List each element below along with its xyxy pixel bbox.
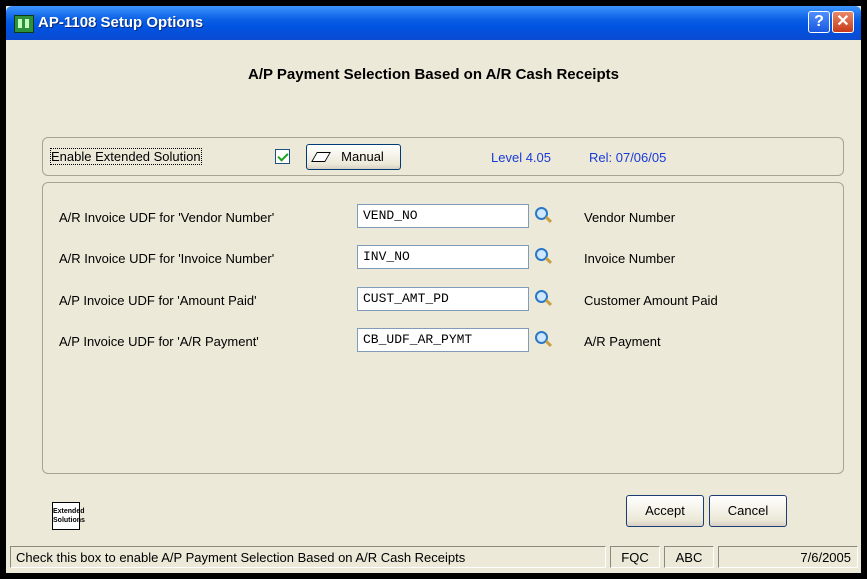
status-bar: Check this box to enable A/P Payment Sel… xyxy=(6,542,861,573)
enable-extended-checkbox[interactable] xyxy=(275,149,290,164)
window-title: AP-1108 Setup Options xyxy=(38,14,204,31)
row-label-ar-payment: A/P Invoice UDF for 'A/R Payment' xyxy=(59,334,259,349)
invoice-number-lookup-button[interactable] xyxy=(535,248,553,265)
accept-button[interactable]: Accept xyxy=(626,495,704,527)
vendor-number-description: Vendor Number xyxy=(584,210,676,225)
help-button[interactable]: ? xyxy=(808,11,830,33)
options-group: Enable Extended Solution Manual Level 4.… xyxy=(42,137,844,176)
row-label-invoice-number: A/R Invoice UDF for 'Invoice Number' xyxy=(59,251,275,266)
row-label-amount-paid: A/P Invoice UDF for 'Amount Paid' xyxy=(59,293,257,308)
invoice-number-field[interactable]: INV_NO xyxy=(357,245,529,269)
amount-paid-field[interactable]: CUST_AMT_PD xyxy=(357,287,529,311)
udf-fields-group: A/R Invoice UDF for 'Vendor Number' VEND… xyxy=(42,182,844,474)
row-label-vendor-number: A/R Invoice UDF for 'Vendor Number' xyxy=(59,210,275,225)
ar-payment-description: A/R Payment xyxy=(584,334,661,349)
title-bar: AP-1108 Setup Options ? ✕ xyxy=(6,6,861,40)
vendor-number-lookup-button[interactable] xyxy=(535,207,553,224)
amount-paid-lookup-button[interactable] xyxy=(535,290,553,307)
level-text: Level 4.05 xyxy=(491,150,551,165)
ar-payment-lookup-button[interactable] xyxy=(535,331,553,348)
manual-button[interactable]: Manual xyxy=(306,144,401,170)
setup-options-window: AP-1108 Setup Options ? ✕ A/P Payment Se… xyxy=(6,6,861,573)
status-company: FQC xyxy=(610,546,660,568)
status-date: 7/6/2005 xyxy=(718,546,858,568)
app-icon xyxy=(14,15,34,33)
book-icon xyxy=(311,152,331,162)
status-message: Check this box to enable A/P Payment Sel… xyxy=(10,546,606,568)
vendor-number-field[interactable]: VEND_NO xyxy=(357,204,529,228)
close-button[interactable]: ✕ xyxy=(832,11,854,33)
dialog-heading: A/P Payment Selection Based on A/R Cash … xyxy=(248,66,619,83)
manual-button-label: Manual xyxy=(341,149,384,164)
cancel-button[interactable]: Cancel xyxy=(709,495,787,527)
enable-extended-label[interactable]: Enable Extended Solution xyxy=(50,148,202,165)
invoice-number-description: Invoice Number xyxy=(584,251,676,266)
ar-payment-field[interactable]: CB_UDF_AR_PYMT xyxy=(357,328,529,352)
amount-paid-description: Customer Amount Paid xyxy=(584,293,718,308)
release-text: Rel: 07/06/05 xyxy=(589,150,667,165)
status-user: ABC xyxy=(664,546,714,568)
extended-solutions-logo: Extended Solutions xyxy=(52,502,85,530)
